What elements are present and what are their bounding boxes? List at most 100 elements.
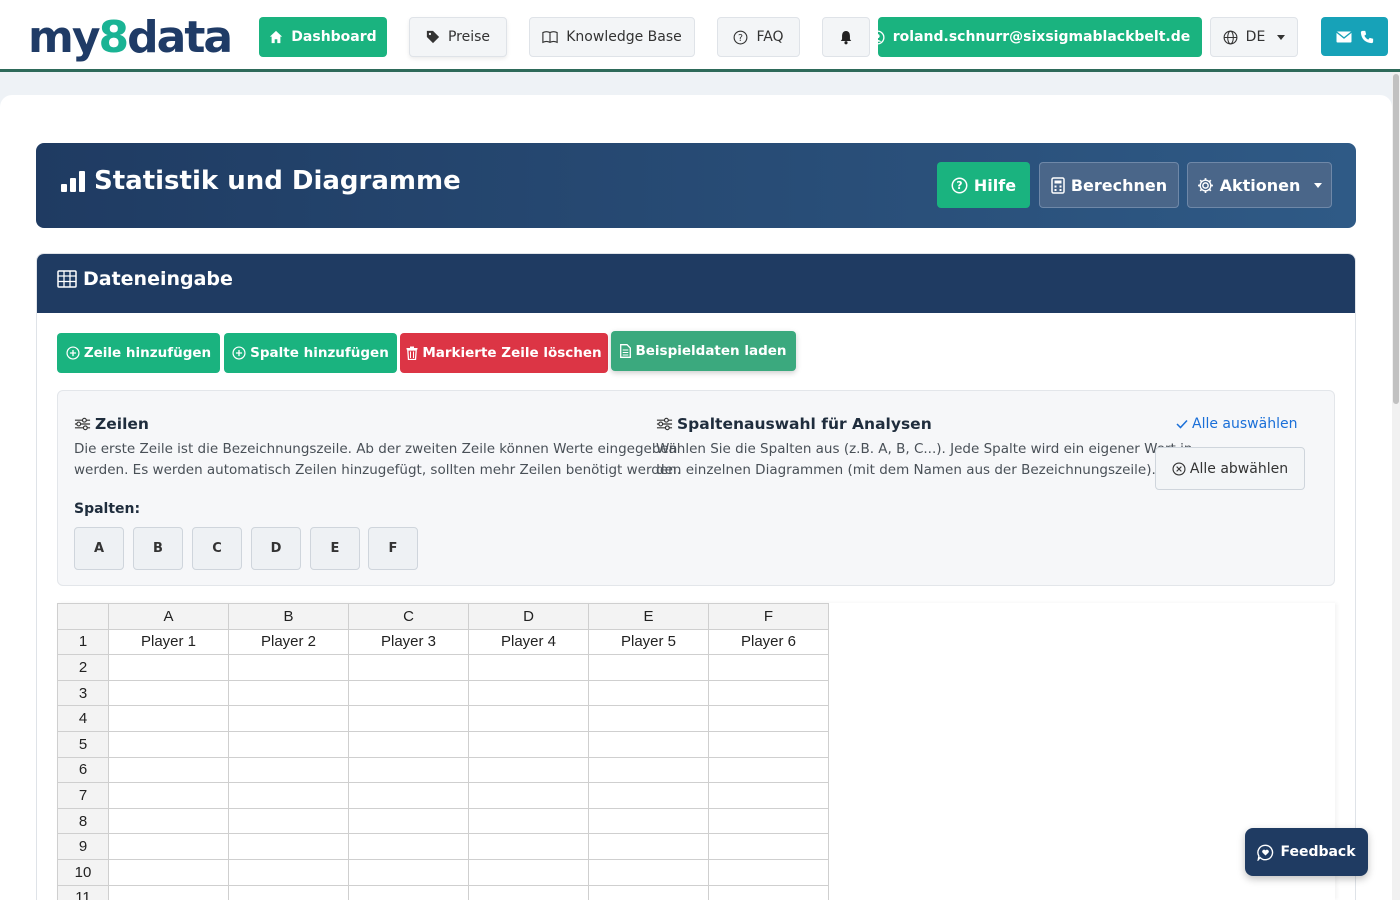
column-header[interactable]: A [108,603,229,630]
table-cell[interactable] [348,782,469,809]
table-cell[interactable] [708,679,829,707]
table-cell[interactable]: Player 2 [228,628,349,656]
row-number[interactable]: 7 [57,782,109,809]
table-cell[interactable] [348,730,469,758]
row-number[interactable]: 9 [57,833,109,860]
user-menu-button[interactable]: roland.schnurr@sixsigmablackbelt.de [870,17,1211,57]
table-cell[interactable] [108,730,229,758]
row-number[interactable]: 4 [57,705,109,732]
add-row-button[interactable]: Zeile hinzufügen [57,333,220,373]
knowledge-base-button[interactable]: Knowledge Base [529,17,695,57]
table-cell[interactable] [348,858,469,886]
column-button-a[interactable]: A [74,527,124,570]
table-cell[interactable] [468,756,589,784]
table-cell[interactable]: Player 5 [588,628,709,656]
table-cell[interactable] [348,654,469,681]
table-cell[interactable] [708,705,829,732]
table-cell[interactable] [588,782,709,809]
table-cell[interactable]: Player 3 [348,628,469,656]
delete-row-button[interactable]: Markierte Zeile löschen [400,333,608,373]
row-number[interactable]: 1 [57,628,109,656]
table-cell[interactable] [228,756,349,784]
table-cell[interactable] [708,807,829,835]
table-cell[interactable] [228,654,349,681]
table-cell[interactable] [108,884,229,900]
logo[interactable]: my8data [28,10,233,66]
table-cell[interactable] [588,730,709,758]
table-cell[interactable] [348,679,469,707]
table-cell[interactable] [228,884,349,900]
dashboard-button[interactable]: Dashboard [259,17,387,57]
table-cell[interactable] [348,833,469,860]
column-button-e[interactable]: E [310,527,360,570]
table-cell[interactable] [108,858,229,886]
table-cell[interactable] [348,884,469,900]
table-cell[interactable] [468,884,589,900]
select-all-button[interactable]: Alle auswählen [1176,416,1297,432]
language-selector[interactable]: DE [1210,17,1298,57]
table-cell[interactable] [468,833,589,860]
contact-button[interactable] [1321,17,1388,56]
table-cell[interactable]: Player 4 [468,628,589,656]
scrollbar-thumb[interactable] [1393,74,1399,404]
table-cell[interactable] [468,730,589,758]
table-cell[interactable] [228,858,349,886]
table-cell[interactable] [708,833,829,860]
column-button-d[interactable]: D [251,527,301,570]
table-cell[interactable] [708,782,829,809]
row-number[interactable]: 11 [57,884,109,900]
table-cell[interactable] [108,833,229,860]
table-cell[interactable] [468,782,589,809]
column-header[interactable]: F [708,603,829,630]
column-button-b[interactable]: B [133,527,183,570]
table-cell[interactable] [228,782,349,809]
row-number[interactable]: 5 [57,730,109,758]
table-cell[interactable] [588,654,709,681]
row-number[interactable]: 10 [57,858,109,886]
table-cell[interactable] [228,705,349,732]
table-cell[interactable] [708,730,829,758]
column-button-c[interactable]: C [192,527,242,570]
preise-button[interactable]: Preise [409,17,507,57]
table-cell[interactable] [468,654,589,681]
feedback-button[interactable]: Feedback [1245,828,1368,876]
table-cell[interactable] [108,807,229,835]
table-cell[interactable] [108,756,229,784]
table-cell[interactable] [108,654,229,681]
table-cell[interactable] [108,705,229,732]
table-cell[interactable] [708,884,829,900]
row-number[interactable]: 2 [57,654,109,681]
table-cell[interactable] [468,705,589,732]
deselect-all-button[interactable]: Alle abwählen [1155,447,1305,490]
table-cell[interactable] [228,807,349,835]
table-cell[interactable] [588,705,709,732]
table-cell[interactable] [588,833,709,860]
table-cell[interactable] [588,884,709,900]
table-cell[interactable] [348,705,469,732]
table-cell[interactable] [348,807,469,835]
table-cell[interactable] [468,679,589,707]
table-cell[interactable] [228,833,349,860]
table-cell[interactable] [108,679,229,707]
table-cell[interactable] [708,858,829,886]
add-column-button[interactable]: Spalte hinzufügen [224,333,397,373]
table-cell[interactable] [588,679,709,707]
hilfe-button[interactable]: ? Hilfe [937,162,1030,208]
column-header[interactable]: D [468,603,589,630]
table-cell[interactable]: Player 6 [708,628,829,656]
row-number[interactable]: 6 [57,756,109,784]
page-scrollbar[interactable] [1392,72,1400,900]
aktionen-dropdown[interactable]: Aktionen [1187,162,1332,208]
column-header[interactable]: B [228,603,349,630]
table-cell[interactable] [588,858,709,886]
row-number[interactable]: 8 [57,807,109,835]
load-example-data-button[interactable]: Beispieldaten laden [611,331,796,371]
table-cell[interactable] [228,730,349,758]
table-cell[interactable] [228,679,349,707]
table-cell[interactable] [708,654,829,681]
column-header[interactable]: E [588,603,709,630]
notifications-button[interactable] [822,17,870,57]
table-cell[interactable] [468,858,589,886]
table-cell[interactable] [708,756,829,784]
table-cell[interactable] [468,807,589,835]
